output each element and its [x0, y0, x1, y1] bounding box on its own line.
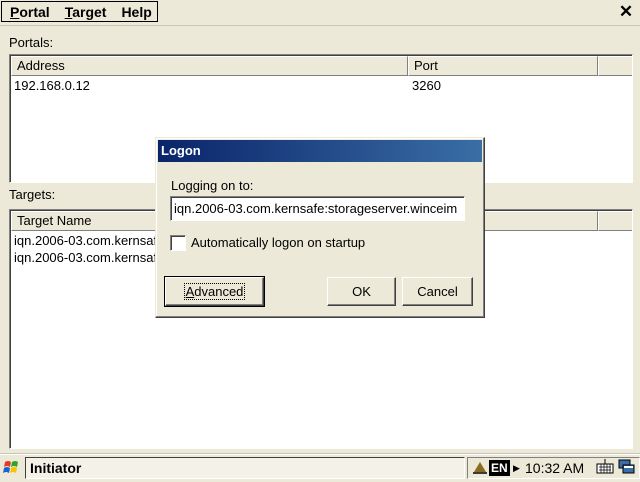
menu-help[interactable]: Help — [113, 4, 158, 20]
close-icon: ✕ — [618, 2, 634, 21]
keyboard-icon[interactable] — [596, 458, 614, 478]
target-name-field[interactable] — [170, 196, 465, 221]
portal-port: 3260 — [412, 78, 441, 93]
menu-group: Portal Target Help — [1, 1, 158, 22]
system-tray: EN ▶ 10:32 AM — [467, 457, 640, 479]
auto-logon-label[interactable]: Automatically logon on startup — [191, 235, 365, 250]
close-button[interactable]: ✕ — [616, 2, 636, 22]
logging-on-label: Logging on to: — [171, 178, 254, 193]
column-port[interactable]: Port — [408, 56, 598, 76]
clock[interactable]: 10:32 AM — [525, 458, 584, 478]
column-blank — [598, 211, 632, 231]
advanced-button[interactable]: Advanced — [164, 276, 265, 307]
table-row[interactable]: 192.168.0.12 — [14, 78, 90, 94]
portals-header: Address Port — [11, 56, 632, 76]
dialog-title: Logon — [158, 140, 482, 162]
network-icon[interactable] — [472, 458, 488, 478]
start-button[interactable] — [2, 458, 22, 478]
advanced-button-label: Advanced — [183, 283, 246, 300]
targets-label: Targets: — [9, 187, 56, 202]
menu-target[interactable]: Target — [57, 4, 114, 20]
auto-logon-checkbox[interactable] — [170, 235, 186, 251]
table-row[interactable]: iqn.2006-03.com.kernsaf — [14, 233, 157, 249]
table-row[interactable]: iqn.2006-03.com.kernsaf — [14, 250, 157, 266]
portal-address: 192.168.0.12 — [14, 78, 90, 93]
desktop-icon[interactable] — [618, 458, 636, 478]
task-button-initiator[interactable]: Initiator — [25, 457, 465, 479]
menu-bar: Portal Target Help ✕ — [0, 0, 640, 26]
menu-portal[interactable]: Portal — [2, 4, 57, 20]
language-arrow-icon: ▶ — [513, 463, 520, 473]
column-blank — [598, 56, 632, 76]
cancel-button[interactable]: Cancel — [402, 277, 473, 306]
windows-flag-icon — [3, 461, 18, 473]
ok-button[interactable]: OK — [327, 277, 396, 306]
column-address[interactable]: Address — [11, 56, 408, 76]
portals-label: Portals: — [9, 35, 54, 50]
input-language-indicator[interactable]: EN — [489, 458, 510, 478]
logon-dialog: Logon Logging on to: Automatically logon… — [155, 137, 485, 318]
taskbar: Initiator EN ▶ 10:32 AM — [0, 454, 640, 481]
